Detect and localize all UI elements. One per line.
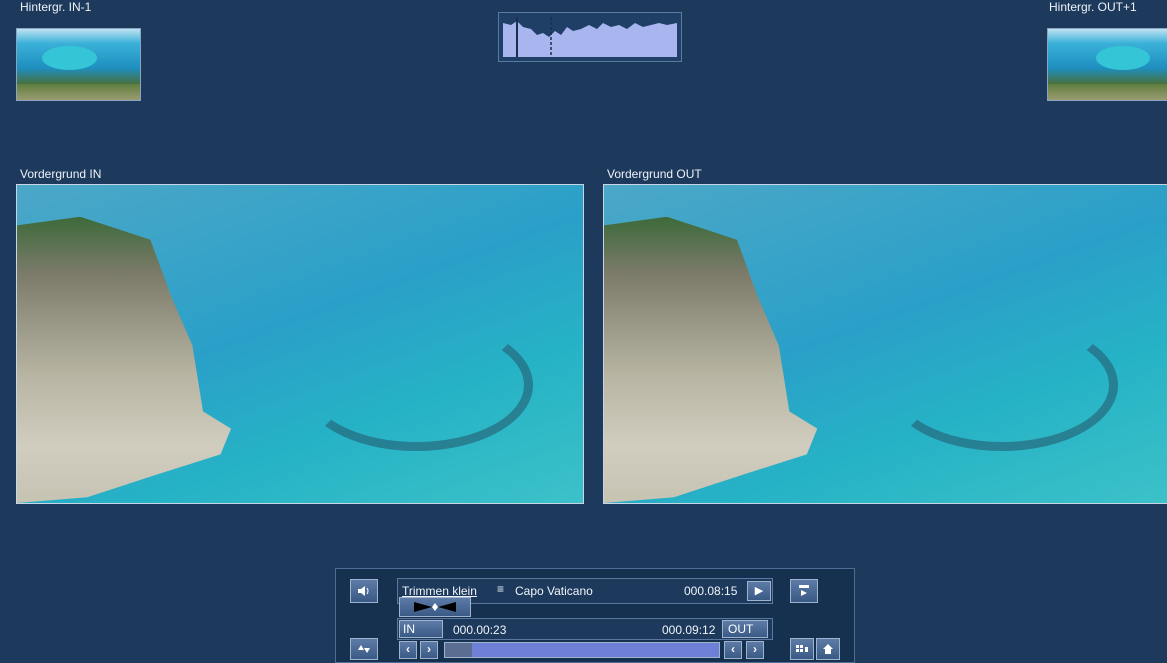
in-out-row: IN 000.00:23 000.09:12 OUT [397,618,773,640]
foreground-out-preview [603,184,1167,504]
export-icon [799,585,809,596]
trim-handle-icon [414,602,456,612]
trim-progress-fill [445,643,473,657]
waveform-shape [503,21,677,57]
out-label: OUT [728,622,754,636]
in-prev-button[interactable]: ‹ [399,641,417,659]
chevron-right-icon: › [427,642,431,656]
clip-name: Capo Vaticano [515,584,593,598]
export-button[interactable] [790,579,818,603]
chevron-right-icon: › [753,642,757,656]
in-button[interactable]: IN [399,620,443,638]
background-in-label: Hintergr. IN-1 [20,0,92,14]
out-prev-button[interactable]: ‹ [724,641,742,659]
speaker-icon [358,586,369,596]
out-time: 000.09:12 [662,623,716,637]
in-time: 000.00:23 [453,623,507,637]
storyboard-icon [796,645,808,652]
trim-mode-dropdown[interactable]: Trimmen klein [402,584,477,598]
trim-handle-button[interactable] [399,597,471,617]
speaker-button[interactable] [350,579,378,603]
storyboard-button[interactable] [790,638,814,660]
in-next-button[interactable]: › [420,641,438,659]
chevron-left-icon: ‹ [406,642,410,656]
home-icon [823,644,833,654]
play-icon: ▶ [754,585,764,597]
trim-control-panel: Trimmen klein ≡ Capo Vaticano 000.08:15 … [335,568,855,663]
up-down-icon [358,645,370,653]
menu-icon[interactable]: ≡ [497,582,504,596]
background-out-thumbnail[interactable] [1047,28,1167,101]
home-button[interactable] [816,638,840,660]
foreground-in-label: Vordergrund IN [20,167,102,181]
out-next-button[interactable]: › [746,641,764,659]
play-button[interactable]: ▶ [747,581,771,601]
background-out-label: Hintergr. OUT+1 [1049,0,1137,14]
clip-duration: 000.08:15 [684,584,738,598]
chevron-left-icon: ‹ [731,642,735,656]
up-down-button[interactable] [350,638,378,660]
background-in-thumbnail[interactable] [16,28,141,101]
foreground-out-label: Vordergrund OUT [607,167,702,181]
audio-waveform[interactable] [498,12,682,62]
out-button[interactable]: OUT [722,620,768,638]
foreground-in-preview [16,184,584,504]
in-label: IN [403,622,415,636]
trim-progress-bar[interactable] [444,642,720,658]
